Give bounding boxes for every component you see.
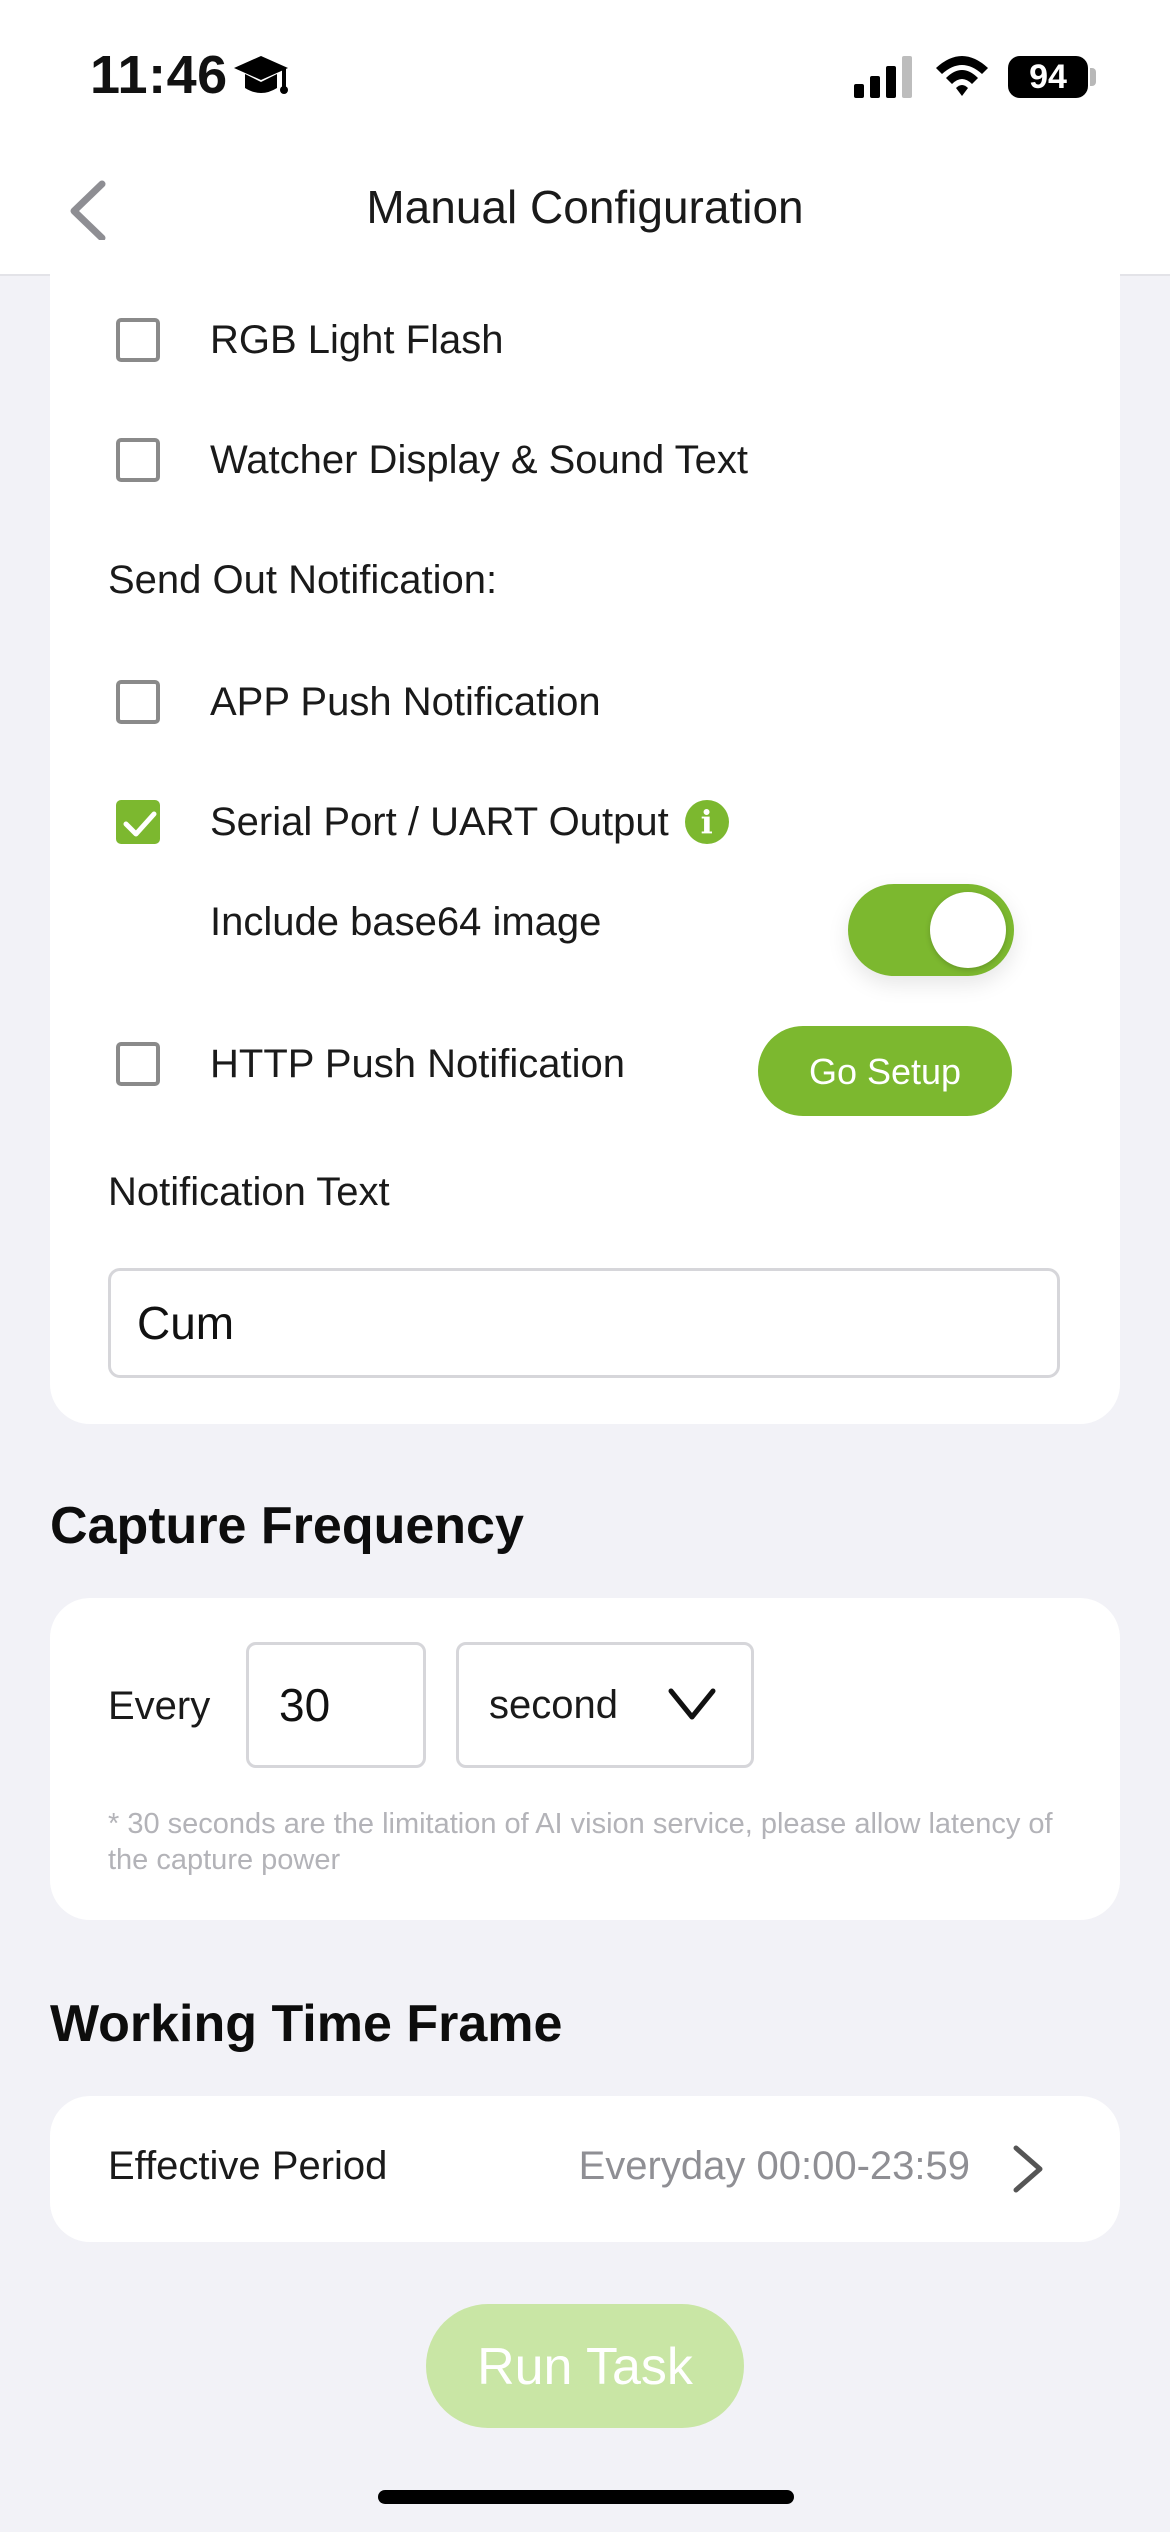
- frequency-unit-value: second: [489, 1683, 618, 1727]
- display-sound-text-option[interactable]: Watcher Display & Sound Text: [116, 430, 748, 490]
- serial-uart-label: Serial Port / UART Output: [210, 799, 669, 844]
- home-indicator: [378, 2490, 794, 2504]
- graduation-cap-icon: [234, 56, 288, 94]
- frequency-unit-select[interactable]: second: [456, 1642, 754, 1768]
- app-push-label: APP Push Notification: [210, 679, 601, 724]
- page-title: Manual Configuration: [366, 181, 804, 233]
- base64-label: Include base64 image: [210, 900, 602, 944]
- display-sound-text-checkbox[interactable]: [116, 438, 160, 482]
- wifi-icon: [936, 56, 988, 96]
- working-time-heading: Working Time Frame: [50, 1995, 563, 2053]
- base64-toggle[interactable]: [848, 884, 1014, 976]
- notification-card: RGB Light Flash Watcher Display & Sound …: [50, 240, 1120, 1424]
- notification-text-input[interactable]: Cum: [108, 1268, 1060, 1378]
- info-icon[interactable]: i: [684, 800, 729, 844]
- run-task-button[interactable]: Run Task: [426, 2304, 744, 2428]
- go-setup-button[interactable]: Go Setup: [758, 1026, 1012, 1116]
- send-notification-label: Send Out Notification:: [108, 558, 498, 602]
- battery-nub: [1090, 68, 1096, 86]
- status-time: 11:46: [90, 45, 228, 105]
- chevron-down-icon: [668, 1688, 716, 1720]
- rgb-light-flash-checkbox[interactable]: [116, 318, 160, 362]
- toggle-knob: [930, 892, 1006, 968]
- http-push-checkbox[interactable]: [116, 1042, 160, 1086]
- rgb-light-flash-label: RGB Light Flash: [210, 317, 504, 362]
- http-push-label: HTTP Push Notification: [210, 1041, 625, 1086]
- cellular-signal-icon: [854, 56, 912, 98]
- status-bar: 11:46 94: [0, 0, 1170, 150]
- http-push-option[interactable]: HTTP Push Notification: [116, 1034, 625, 1094]
- app-push-option[interactable]: APP Push Notification: [116, 672, 601, 732]
- serial-uart-option[interactable]: Serial Port / UART Output i: [116, 792, 729, 852]
- every-label: Every: [108, 1684, 211, 1728]
- serial-uart-checkbox[interactable]: [116, 800, 160, 844]
- chevron-right-icon: [1013, 2145, 1043, 2193]
- app-push-checkbox[interactable]: [116, 680, 160, 724]
- effective-period-value: Everyday 00:00-23:59: [578, 2144, 970, 2188]
- effective-period-label: Effective Period: [108, 2144, 388, 2188]
- display-sound-text-label: Watcher Display & Sound Text: [210, 437, 749, 482]
- frequency-value-input[interactable]: 30: [246, 1642, 426, 1768]
- capture-frequency-heading: Capture Frequency: [50, 1497, 524, 1555]
- rgb-light-flash-option[interactable]: RGB Light Flash: [116, 310, 503, 370]
- battery-icon: 94: [1008, 56, 1088, 98]
- checkmark-icon: [123, 811, 157, 837]
- capture-frequency-card: Every 30 second * 30 seconds are the lim…: [50, 1598, 1120, 1920]
- notification-text-label: Notification Text: [108, 1170, 390, 1214]
- frequency-note: * 30 seconds are the limitation of AI vi…: [108, 1808, 1053, 1876]
- effective-period-row[interactable]: Effective Period Everyday 00:00-23:59: [50, 2096, 1120, 2242]
